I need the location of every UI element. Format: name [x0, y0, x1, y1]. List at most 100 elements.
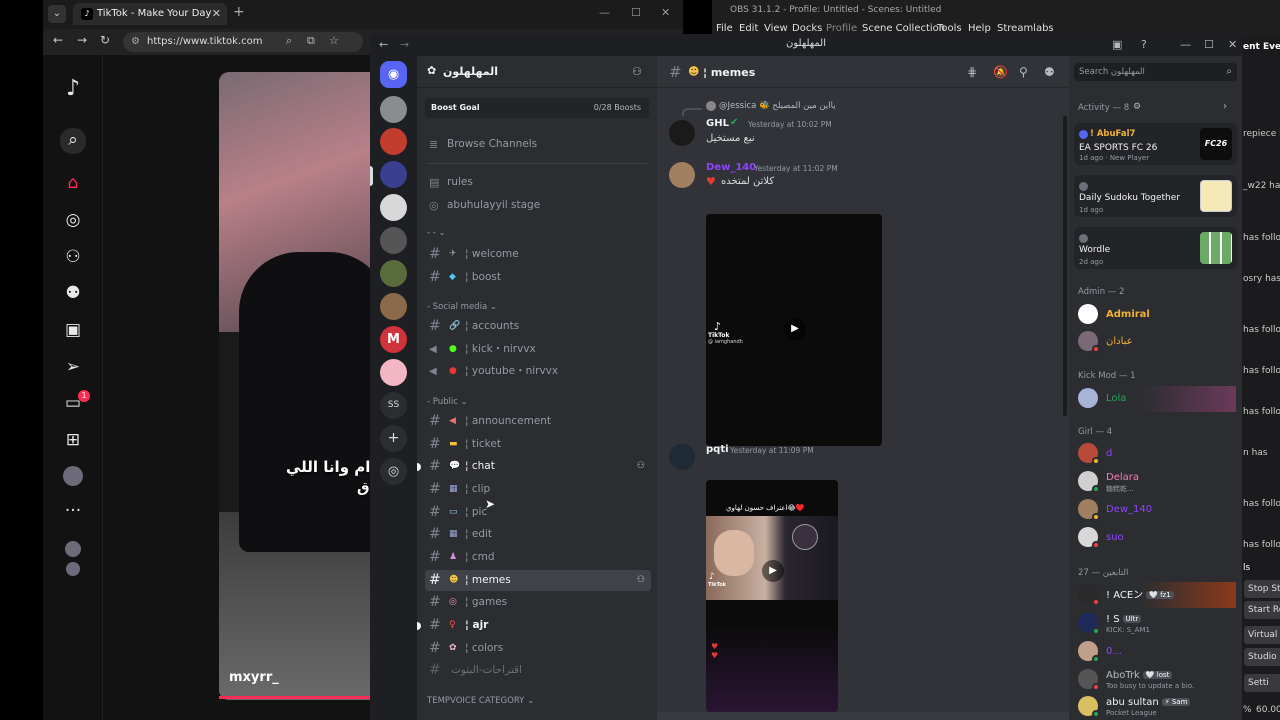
new-tab-plus-icon[interactable]: + — [233, 4, 245, 20]
server-icon[interactable] — [380, 96, 407, 123]
member-item[interactable]: Dew_140 — [1076, 497, 1236, 523]
activity-card[interactable]: Daily Sudoku Together 1d ago — [1074, 175, 1237, 217]
channel-rules[interactable]: ▤ rules — [425, 172, 651, 193]
category-social-media[interactable]: - Social media ⌄ — [427, 302, 497, 312]
server-icon[interactable] — [380, 260, 407, 287]
notification-bell-icon[interactable]: 🔕 — [993, 65, 1008, 79]
close-tab-icon[interactable]: ✕ — [212, 3, 221, 25]
chat-scrollbar[interactable] — [1063, 116, 1067, 416]
add-member-icon[interactable]: ⚇ — [637, 456, 645, 477]
server-icon-text[interactable]: SS — [380, 392, 407, 419]
member-list-icon[interactable]: ⚉ — [1044, 65, 1055, 79]
member-item[interactable]: Lola — [1076, 386, 1236, 412]
video-attachment[interactable]: ♪ TikTok @ iamghandh ▶ — [706, 214, 882, 446]
category-public[interactable]: - Public ⌄ — [427, 397, 468, 407]
channel-cmd[interactable]: # ♟ ¦ cmd — [425, 547, 651, 568]
server-icon[interactable] — [380, 359, 407, 386]
video-attachment[interactable]: اعتراف حسون لهاوي😂♥️ ♪ TikTok ▶ ♥ ♥ — [706, 480, 838, 712]
channel-clip[interactable]: # ▦ ¦ clip — [425, 479, 651, 500]
obs-menu-scene-collection[interactable]: Scene Collection — [862, 23, 945, 34]
video-author-username[interactable]: mxyrr_ — [229, 670, 279, 685]
zoom-icon[interactable]: ⌕ — [286, 34, 292, 48]
minimize-icon[interactable]: — — [1180, 38, 1191, 51]
obs-studio-mode-button[interactable]: Studio — [1244, 648, 1280, 666]
member-item[interactable]: Admiral — [1076, 302, 1236, 328]
friends-icon[interactable]: ⚉ — [61, 281, 85, 305]
server-icon[interactable]: M — [380, 326, 407, 353]
browser-tab-tiktok[interactable]: ♪ TikTok - Make Your Day ✕ — [73, 3, 227, 25]
server-icon[interactable] — [380, 128, 407, 155]
tab-search-chevron-icon[interactable]: ⌄ — [48, 5, 66, 23]
member-item[interactable]: ! ACEン 🤍 fz1 — [1076, 582, 1236, 608]
channel-chat[interactable]: # 💬 ¦ chat ⚇ — [425, 456, 651, 477]
site-info-icon[interactable]: ⚙ — [131, 32, 140, 52]
obs-menu-docks[interactable]: Docks — [792, 23, 822, 34]
guild-header[interactable]: ✿ المهلهلون ⚇ — [417, 56, 657, 88]
obs-menu-streamlabs[interactable]: Streamlabs — [997, 23, 1054, 34]
maximize-icon[interactable]: ☐ — [631, 6, 641, 19]
chevron-right-icon[interactable]: › — [1223, 101, 1227, 112]
reload-icon[interactable]: ↻ — [100, 33, 110, 47]
obs-start-recording-button[interactable]: Start Re — [1244, 601, 1280, 619]
home-icon[interactable]: ⌂ — [61, 171, 85, 195]
back-arrow-icon[interactable]: ← — [53, 33, 63, 47]
member-item[interactable]: ! S Ultr KICK: S_AM1 — [1076, 611, 1236, 637]
message-avatar[interactable] — [669, 162, 695, 188]
obs-virtual-camera-button[interactable]: Virtual C — [1244, 626, 1280, 644]
pin-icon[interactable]: ⚲ — [1019, 65, 1028, 79]
play-icon[interactable]: ▶ — [762, 560, 784, 582]
activity-card[interactable]: ! AbuFal7 EA SPORTS FC 26 1d ago · New P… — [1074, 123, 1237, 165]
install-app-icon[interactable]: ⧉ — [307, 34, 315, 48]
bookmark-star-icon[interactable]: ☆ — [329, 34, 339, 47]
channel-youtube[interactable]: ◀ ● ¦ youtube・nirvvx — [425, 361, 651, 382]
member-item[interactable]: 0... — [1076, 639, 1236, 665]
member-item[interactable]: Delara 糖糕乾... — [1076, 469, 1236, 495]
channel-welcome[interactable]: # ✈ ¦ welcome — [425, 244, 651, 265]
upload-plus-icon[interactable]: ⊞ — [61, 428, 85, 452]
channel-ticket[interactable]: # ▬ ¦ ticket — [425, 434, 651, 455]
forward-arrow-icon[interactable]: → — [77, 33, 87, 47]
invite-people-icon[interactable]: ⚇ — [632, 65, 642, 78]
channel-suggestions[interactable]: # اقتراحات-البثوت — [425, 660, 651, 681]
server-icon[interactable] — [380, 293, 407, 320]
browse-channels[interactable]: ≣ Browse Channels — [425, 134, 651, 155]
play-icon[interactable]: ▶ — [784, 318, 806, 340]
search-input[interactable]: Search المهلهلون ⌕ — [1074, 63, 1237, 81]
profile-avatar[interactable] — [63, 466, 83, 486]
server-icon-selected[interactable] — [380, 161, 407, 188]
channel-announcement[interactable]: # ◀ ¦ announcement — [425, 411, 651, 432]
member-item[interactable]: d — [1076, 441, 1236, 467]
server-icon[interactable] — [380, 227, 407, 254]
obs-menu-view[interactable]: View — [764, 23, 788, 34]
gear-icon[interactable]: ⚙ — [1133, 102, 1141, 112]
tiktok-logo-icon[interactable]: ♪ — [61, 77, 85, 101]
add-server-plus-icon[interactable]: + — [380, 425, 407, 452]
discord-home-icon[interactable]: ◉ — [380, 61, 407, 88]
boost-goal-bar[interactable]: Boost Goal 0/28 Boosts — [425, 98, 649, 118]
inbox-icon[interactable]: ▣ — [1112, 38, 1122, 51]
channel-edit[interactable]: # ▦ ¦ edit — [425, 524, 651, 545]
channel-accounts[interactable]: # 🔗 ¦ accounts — [425, 316, 651, 337]
obs-menu-file[interactable]: File — [716, 23, 733, 34]
server-icon[interactable] — [380, 194, 407, 221]
obs-menu-help[interactable]: Help — [968, 23, 991, 34]
address-bar[interactable]: ⚙ https://www.tiktok.com — [123, 32, 363, 52]
message-author[interactable]: GHL — [706, 118, 729, 129]
channel-games[interactable]: # ◎ ¦ games — [425, 592, 651, 613]
obs-stop-streaming-button[interactable]: Stop Str — [1244, 580, 1280, 598]
member-item[interactable]: عبادان — [1076, 329, 1236, 355]
explore-compass-icon[interactable]: ◎ — [61, 208, 85, 232]
channel-boost[interactable]: # ◆ ¦ boost — [425, 267, 651, 288]
close-window-icon[interactable]: ✕ — [661, 6, 670, 19]
add-member-icon[interactable]: ⚇ — [637, 570, 645, 591]
category-dash[interactable]: - - ⌄ — [427, 228, 446, 238]
search-icon[interactable]: ⌕ — [60, 128, 86, 154]
channel-stage[interactable]: ◎ abuhulayyil stage — [425, 195, 651, 216]
member-item[interactable]: abu sultan ⚡ Sam Pocket League — [1076, 694, 1236, 720]
obs-menu-tools[interactable]: Tools — [937, 23, 962, 34]
obs-settings-button[interactable]: Setti — [1244, 674, 1280, 692]
following-icon[interactable]: ⚇ — [61, 245, 85, 269]
member-item[interactable]: AboTrk 🤍 lost Too busy to update a bio. — [1076, 667, 1236, 693]
activity-card[interactable]: Wordle 2d ago — [1074, 227, 1237, 269]
channel-pic[interactable]: # ▭ ¦ pic — [425, 502, 651, 523]
